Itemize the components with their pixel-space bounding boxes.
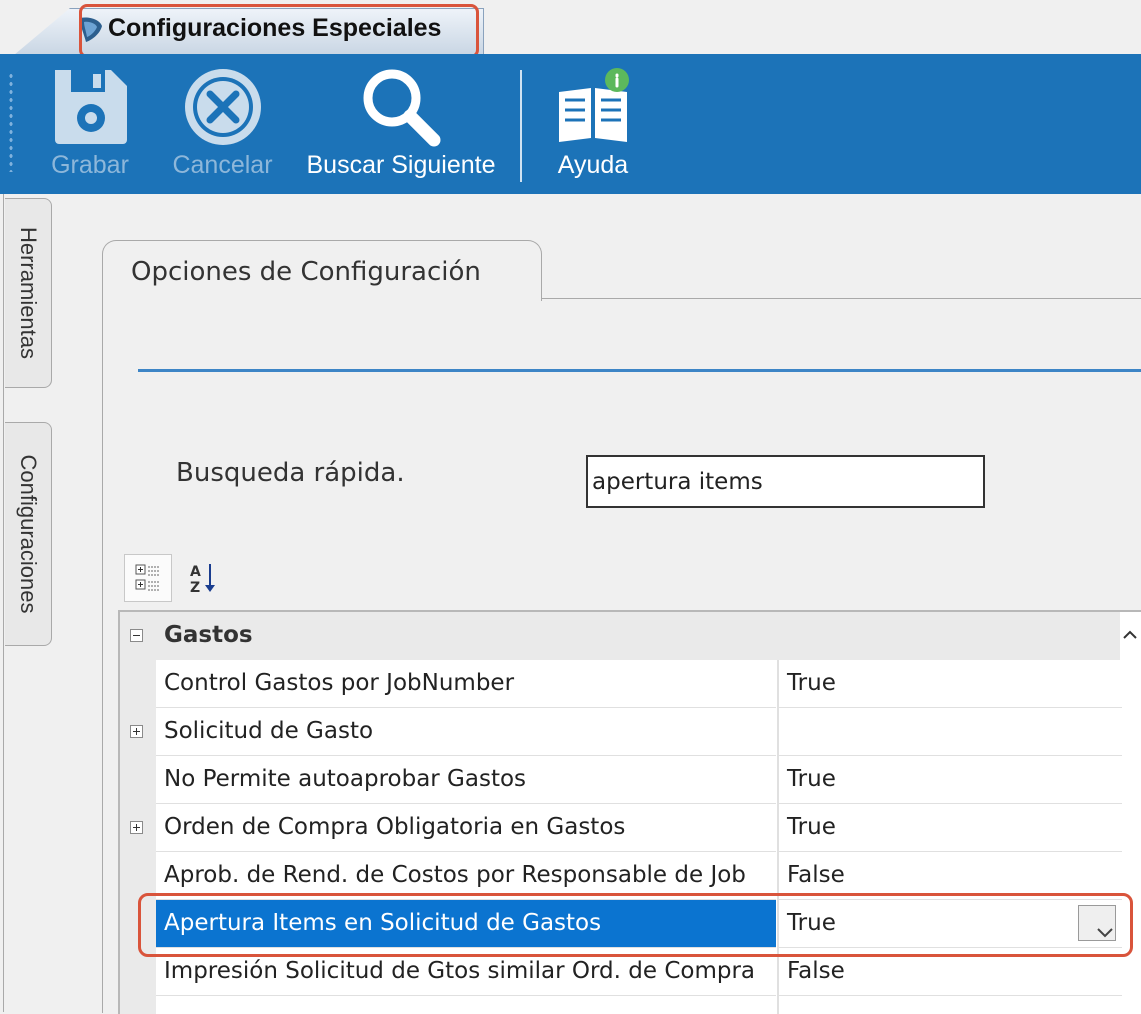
- side-tab-configuraciones-label: Configuraciones: [16, 454, 41, 614]
- save-button-label: Grabar: [51, 151, 129, 179]
- property-name: Control Gastos por JobNumber: [164, 670, 515, 696]
- expand-icon[interactable]: [130, 725, 143, 738]
- table-row[interactable]: [120, 996, 1122, 1014]
- category-label: Gastos: [164, 622, 253, 648]
- side-panel-border: [3, 194, 4, 1012]
- help-book-icon: [553, 66, 633, 150]
- side-tab-configuraciones[interactable]: Configuraciones: [5, 422, 52, 646]
- side-tab-herramientas-label: Herramientas: [16, 226, 41, 360]
- alphabetical-sort-button[interactable]: A Z: [178, 554, 226, 602]
- help-button-label: Ayuda: [557, 151, 629, 179]
- property-value: True: [787, 814, 836, 840]
- chevron-up-icon: [1118, 630, 1141, 658]
- svg-text:Z: Z: [190, 580, 200, 596]
- categorized-view-button[interactable]: [124, 554, 172, 602]
- search-next-button-label: Buscar Siguiente: [306, 151, 496, 179]
- property-name: Aprob. de Rend. de Costos por Responsabl…: [164, 862, 746, 888]
- table-row[interactable]: Orden de Compra Obligatoria en Gastos Tr…: [120, 804, 1122, 852]
- property-value: False: [787, 958, 845, 984]
- save-button[interactable]: Grabar: [40, 54, 140, 194]
- title-highlight-box: [79, 4, 479, 58]
- table-row[interactable]: No Permite autoaprobar Gastos True: [120, 756, 1122, 804]
- floppy-disk-icon: [49, 66, 131, 150]
- property-value-cell[interactable]: True: [777, 804, 1122, 852]
- property-name: No Permite autoaprobar Gastos: [164, 766, 527, 792]
- quick-search-input[interactable]: [586, 455, 985, 508]
- property-name: Orden de Compra Obligatoria en Gastos: [164, 814, 626, 840]
- magnifier-icon: [360, 66, 442, 152]
- search-next-button[interactable]: Buscar Siguiente: [296, 54, 506, 194]
- property-value: True: [787, 670, 836, 696]
- collapse-icon[interactable]: [130, 629, 143, 642]
- ribbon-grip[interactable]: [8, 72, 14, 172]
- table-row[interactable]: Control Gastos por JobNumber True: [120, 660, 1122, 708]
- tab-opciones-label: Opciones de Configuración: [131, 257, 481, 287]
- svg-text:A: A: [190, 564, 201, 580]
- property-name-cell: Control Gastos por JobNumber: [156, 660, 776, 708]
- property-value-cell[interactable]: True: [777, 756, 1122, 804]
- expand-icon[interactable]: [130, 821, 143, 834]
- quick-search-label: Busqueda rápida.: [176, 458, 405, 488]
- property-grid-toolbar: A Z: [118, 548, 1141, 608]
- property-value: False: [787, 862, 845, 888]
- side-tab-herramientas[interactable]: Herramientas: [5, 198, 52, 388]
- property-value-cell[interactable]: [777, 708, 1122, 756]
- help-button[interactable]: Ayuda: [548, 54, 638, 194]
- property-name-cell: No Permite autoaprobar Gastos: [156, 756, 776, 804]
- section-divider: [138, 369, 1141, 372]
- tab-opciones-de-configuracion[interactable]: Opciones de Configuración: [102, 240, 542, 301]
- property-name: Impresión Solicitud de Gtos similar Ord.…: [164, 958, 756, 984]
- categorized-list-icon: [125, 564, 171, 605]
- property-name-cell: Solicitud de Gasto: [156, 708, 776, 756]
- cancel-circle-icon: [182, 66, 264, 152]
- property-value-cell[interactable]: True: [777, 660, 1122, 708]
- row-highlight-box: [138, 893, 1133, 957]
- ribbon-separator: [520, 70, 522, 182]
- property-name: Solicitud de Gasto: [164, 718, 374, 744]
- property-name-cell: Orden de Compra Obligatoria en Gastos: [156, 804, 776, 852]
- cancel-button[interactable]: Cancelar: [165, 54, 280, 194]
- category-row-gastos[interactable]: Gastos: [120, 612, 1120, 660]
- scroll-up-button[interactable]: [1118, 614, 1141, 654]
- sort-az-icon: A Z: [178, 564, 224, 604]
- table-row[interactable]: Solicitud de Gasto: [120, 708, 1122, 756]
- property-value: True: [787, 766, 836, 792]
- cancel-button-label: Cancelar: [172, 151, 273, 179]
- ribbon-toolbar: Grabar Cancelar Buscar Siguiente Ayuda: [0, 54, 1141, 194]
